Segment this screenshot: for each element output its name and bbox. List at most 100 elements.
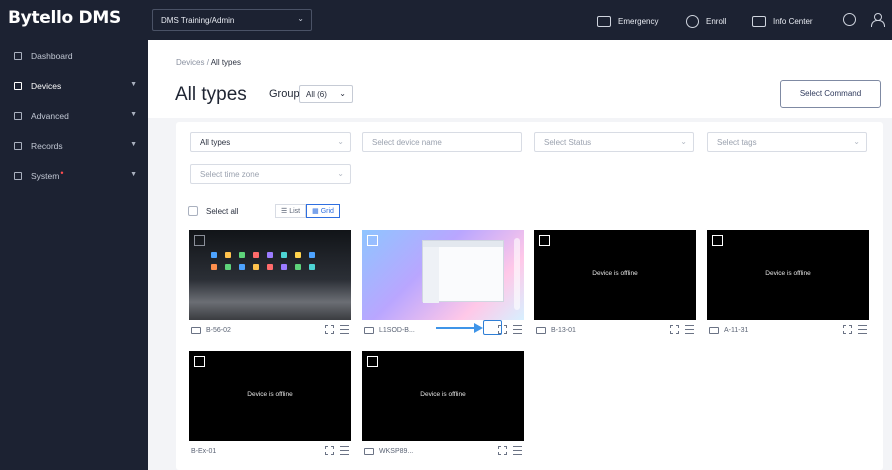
page-title: All types	[175, 84, 247, 105]
breadcrumb-current: All types	[210, 58, 241, 67]
sidebar-item-system[interactable]: System • ▼	[0, 162, 148, 190]
app-icon	[309, 264, 315, 270]
device-actions	[319, 446, 349, 455]
list-view-button[interactable]: ☰ List	[275, 204, 307, 218]
menu-icon[interactable]	[513, 325, 522, 334]
offline-message: Device is offline	[247, 391, 293, 398]
offline-message: Device is offline	[592, 270, 638, 277]
group-select-value: All (6)	[306, 90, 327, 99]
device-checkbox[interactable]	[712, 235, 723, 246]
monitor-icon	[364, 447, 374, 455]
chevron-down-icon: ▼	[130, 171, 137, 178]
monitor-icon	[191, 326, 201, 334]
app-icon	[295, 264, 301, 270]
device-card[interactable]: Device is offline A-11-31	[707, 230, 869, 338]
device-checkbox[interactable]	[539, 235, 550, 246]
fullscreen-icon[interactable]	[498, 446, 507, 455]
star-icon	[14, 112, 22, 120]
app-icon	[309, 252, 315, 258]
emergency-label: Emergency	[618, 16, 659, 26]
sidebar-item-dashboard[interactable]: Dashboard	[0, 42, 148, 70]
sidebar-item-label: Dashboard	[31, 51, 73, 61]
type-filter[interactable]: All types ⌄	[190, 132, 351, 152]
timezone-filter[interactable]: Select time zone ⌄	[190, 164, 351, 184]
app-icon	[225, 252, 231, 258]
fullscreen-icon[interactable]	[325, 446, 334, 455]
timezone-filter-placeholder: Select time zone	[200, 170, 260, 179]
sidebar-item-label: Devices	[31, 81, 62, 91]
device-screen[interactable]: Device is offline	[707, 230, 869, 320]
device-actions	[492, 446, 522, 455]
page-header: Devices / All types All types Group: All…	[148, 40, 892, 118]
device-actions	[837, 325, 867, 334]
fullscreen-icon[interactable]	[325, 325, 334, 334]
select-all-checkbox[interactable]	[188, 206, 198, 216]
enroll-button[interactable]: Enroll	[686, 13, 726, 29]
device-screen[interactable]	[189, 230, 351, 320]
sidebar: Dashboard Devices ▼ Advanced ▼ Records ▼…	[0, 40, 148, 470]
sidebar-item-records[interactable]: Records ▼	[0, 132, 148, 160]
chevron-down-icon: ▼	[130, 111, 137, 118]
enroll-icon	[686, 14, 699, 28]
sidebar-item-advanced[interactable]: Advanced ▼	[0, 102, 148, 130]
device-screen[interactable]: Device is offline	[362, 351, 524, 441]
device-checkbox[interactable]	[367, 235, 378, 246]
device-card-footer: A-11-31	[709, 324, 867, 336]
emergency-button[interactable]: Emergency	[597, 13, 658, 29]
fullscreen-icon[interactable]	[843, 325, 852, 334]
device-screen[interactable]: Device is offline	[189, 351, 351, 441]
device-card[interactable]: Device is offline B-Ex-01	[189, 351, 351, 459]
app-icon	[267, 252, 273, 258]
device-checkbox[interactable]	[367, 356, 378, 367]
device-card[interactable]: B-56-02	[189, 230, 351, 338]
device-name: L1SOD-B...	[379, 326, 415, 334]
select-all[interactable]: Select all	[188, 206, 238, 216]
chevron-down-icon: ⌄	[337, 137, 344, 146]
sidebar-item-devices[interactable]: Devices ▼	[0, 72, 148, 100]
info-center-button[interactable]: Info Center	[752, 13, 813, 29]
app-icon	[253, 264, 259, 270]
app-icon	[211, 264, 217, 270]
select-command-button[interactable]: Select Command	[780, 80, 881, 108]
chevron-down-icon: ⌄	[337, 169, 344, 178]
menu-icon[interactable]	[858, 325, 867, 334]
user-icon[interactable]	[870, 13, 885, 27]
tags-filter[interactable]: Select tags ⌄	[707, 132, 867, 152]
device-checkbox[interactable]	[194, 356, 205, 367]
fullscreen-icon[interactable]	[670, 325, 679, 334]
device-card[interactable]: Device is offline WKSP89...	[362, 351, 524, 459]
menu-icon[interactable]	[685, 325, 694, 334]
chevron-down-icon: ⌄	[339, 89, 346, 98]
breadcrumb-parent[interactable]: Devices	[176, 58, 204, 67]
sidebar-item-label: System	[31, 171, 60, 181]
globe-icon[interactable]	[843, 13, 856, 26]
tags-filter-placeholder: Select tags	[717, 138, 757, 147]
siren-icon	[597, 15, 611, 27]
app-icon	[281, 252, 287, 258]
device-name-filter[interactable]: Select device name	[362, 132, 522, 152]
tenant-select[interactable]: DMS Training/Admin ⌄	[152, 9, 312, 31]
app-icon	[281, 264, 287, 270]
menu-icon[interactable]	[513, 446, 522, 455]
device-name: B-Ex-01	[191, 447, 217, 455]
monitor-icon	[364, 326, 374, 334]
device-checkbox[interactable]	[194, 235, 205, 246]
breadcrumb: Devices / All types	[176, 58, 241, 67]
menu-icon[interactable]	[340, 325, 349, 334]
info-center-label: Info Center	[773, 16, 813, 26]
device-screen[interactable]	[362, 230, 524, 320]
group-select[interactable]: All (6) ⌄	[299, 85, 353, 103]
annotation-arrow-head	[474, 323, 483, 333]
chevron-down-icon: ⌄	[853, 137, 860, 146]
view-toggle: ☰ List ▦ Grid	[275, 204, 340, 218]
app-icon	[239, 264, 245, 270]
list-view-label: List	[289, 208, 301, 215]
menu-icon[interactable]	[340, 446, 349, 455]
message-icon	[752, 15, 766, 27]
device-card[interactable]: Device is offline B-13-01	[534, 230, 696, 338]
app-logo[interactable]: Bytello DMS	[8, 8, 121, 28]
annotation-arrow	[436, 327, 478, 329]
device-screen[interactable]: Device is offline	[534, 230, 696, 320]
grid-view-button[interactable]: ▦ Grid	[306, 204, 340, 218]
status-filter[interactable]: Select Status ⌄	[534, 132, 694, 152]
